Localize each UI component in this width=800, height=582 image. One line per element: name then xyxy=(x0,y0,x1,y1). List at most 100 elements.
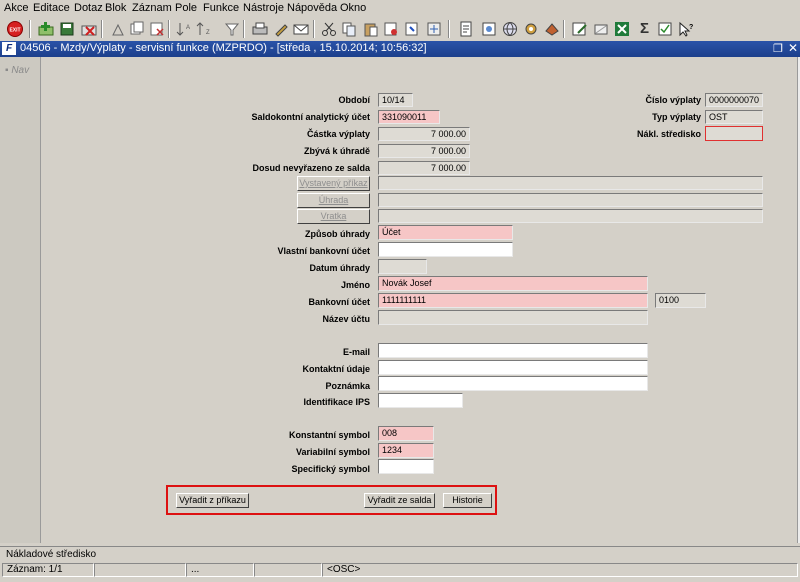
uhrada-button[interactable]: Úhrada xyxy=(297,193,370,208)
kontaktni-field[interactable] xyxy=(378,360,648,375)
menu-nastroje[interactable]: Nástroje xyxy=(243,2,284,14)
calculator-icon[interactable] xyxy=(425,20,442,37)
menu-blok[interactable]: Blok xyxy=(105,2,126,14)
vlastni-ucet-label: Vlastní bankovní účet xyxy=(277,246,370,256)
typ-vyplaty-label: Typ výplaty xyxy=(652,112,701,122)
dosud-label: Dosud nevyřazeno ze salda xyxy=(252,163,370,173)
vratka-button[interactable]: Vratka xyxy=(297,209,370,224)
historie-button[interactable]: Historie xyxy=(443,493,492,508)
zpusob-uhrady-field[interactable]: Účet xyxy=(378,225,513,240)
dosud-field[interactable]: 7 000.00 xyxy=(378,161,470,175)
document-icon[interactable] xyxy=(457,20,474,37)
vyradit-ze-salda-button[interactable]: Vyřadit ze salda xyxy=(364,493,435,508)
navigation-panel: ▪ Nav xyxy=(0,57,41,543)
edit-page-icon[interactable] xyxy=(571,20,588,37)
castka-label: Částka výplaty xyxy=(306,129,370,139)
vratka-field[interactable] xyxy=(378,209,763,223)
email-field[interactable] xyxy=(378,343,648,358)
menu-zaznam[interactable]: Záznam xyxy=(132,2,172,14)
nazev-uctu-field[interactable] xyxy=(378,310,648,325)
uhrada-field[interactable] xyxy=(378,193,763,207)
obdobi-field[interactable]: 10/14 xyxy=(378,93,413,107)
excel-icon[interactable] xyxy=(613,20,630,37)
menu-okno[interactable]: Okno xyxy=(340,2,366,14)
var-symbol-field[interactable]: 1234 xyxy=(378,443,434,458)
spec-symbol-label: Specifický symbol xyxy=(291,464,370,474)
spec-symbol-field[interactable] xyxy=(378,459,434,474)
window-title-bar: F 04506 - Mzdy/Výplaty - servisní funkce… xyxy=(0,41,800,57)
sum-icon[interactable]: Σ xyxy=(636,20,653,37)
status-cell xyxy=(254,563,322,577)
window-title: 04506 - Mzdy/Výplaty - servisní funkce (… xyxy=(20,42,427,54)
menu-bar: Akce Editace Dotaz Blok Záznam Pole Funk… xyxy=(0,0,800,17)
typ-vyplaty-field[interactable]: OST xyxy=(705,110,763,124)
restore-icon[interactable]: ❐ xyxy=(773,42,783,55)
app-logo-icon: F xyxy=(2,42,16,55)
checklist-icon[interactable] xyxy=(656,20,673,37)
zbyva-field[interactable]: 7 000.00 xyxy=(378,144,470,158)
vlastni-ucet-field[interactable] xyxy=(378,242,513,257)
help-cursor-icon[interactable]: ? xyxy=(676,20,693,37)
castka-field[interactable]: 7 000.00 xyxy=(378,127,470,141)
close-icon[interactable]: ✕ xyxy=(788,41,798,55)
jmeno-field[interactable]: Novák Josef xyxy=(378,276,648,291)
copy-icon[interactable] xyxy=(340,20,357,37)
svg-text:EXIT: EXIT xyxy=(9,27,20,33)
poznamka-field[interactable] xyxy=(378,376,648,391)
status-cell: ... xyxy=(186,563,254,577)
print-icon[interactable] xyxy=(251,20,268,37)
nav-icon: ▪ xyxy=(5,65,9,76)
exit-icon[interactable]: EXIT xyxy=(6,20,23,37)
ips-field[interactable] xyxy=(378,393,463,408)
nakl-stredisko-field[interactable] xyxy=(705,126,763,141)
vyradit-z-prikazu-button[interactable]: Vyřadit z příkazu xyxy=(176,493,249,508)
menu-akce[interactable]: Akce xyxy=(4,2,28,14)
svg-text:Z: Z xyxy=(206,30,210,36)
mail-icon[interactable] xyxy=(292,20,309,37)
menu-funkce[interactable]: Funkce xyxy=(203,2,239,14)
datum-uhrady-field[interactable] xyxy=(378,259,427,274)
help-icon[interactable] xyxy=(403,20,420,37)
bankovni-ucet-field[interactable]: 1111111111 xyxy=(378,293,648,308)
poznamka-label: Poznámka xyxy=(325,381,370,391)
zpusob-uhrady-label: Způsob úhrady xyxy=(305,229,370,239)
menu-napoveda[interactable]: Nápověda xyxy=(287,2,337,14)
menu-pole[interactable]: Pole xyxy=(175,2,197,14)
globe-icon[interactable] xyxy=(501,20,518,37)
export-icon[interactable] xyxy=(543,20,560,37)
sort-descending-icon[interactable]: Z xyxy=(194,20,211,37)
edit-icon[interactable] xyxy=(272,20,289,37)
nav-item[interactable]: ▪ Nav xyxy=(5,65,29,76)
zbyva-label: Zbývá k úhradě xyxy=(303,146,370,156)
eraser-icon[interactable] xyxy=(592,20,609,37)
remove-icon[interactable] xyxy=(148,20,165,37)
tools-icon[interactable] xyxy=(522,20,539,37)
new-record-icon[interactable] xyxy=(37,20,54,37)
scissors-icon[interactable] xyxy=(320,20,337,37)
cut-icon[interactable] xyxy=(109,20,126,37)
bank-code-field[interactable]: 0100 xyxy=(655,293,706,308)
filter-icon[interactable] xyxy=(223,20,240,37)
delete-record-icon[interactable] xyxy=(80,20,97,37)
clear-icon[interactable] xyxy=(382,20,399,37)
settings-icon[interactable] xyxy=(480,20,497,37)
menu-dotaz[interactable]: Dotaz xyxy=(74,2,103,14)
saldokontni-field[interactable]: 331090011 xyxy=(378,110,440,124)
duplicate-icon[interactable] xyxy=(128,20,145,37)
vystaveny-prikaz-button[interactable]: Vystavený příkaz xyxy=(297,176,370,191)
datum-uhrady-label: Datum úhrady xyxy=(309,263,370,273)
kontaktni-label: Kontaktní údaje xyxy=(302,364,370,374)
paste-icon[interactable] xyxy=(362,20,379,37)
konst-symbol-field[interactable]: 008 xyxy=(378,426,434,441)
cislo-vyplaty-field[interactable]: 0000000070 xyxy=(705,93,763,107)
jmeno-label: Jméno xyxy=(340,280,370,290)
sort-ascending-icon[interactable]: A xyxy=(174,20,191,37)
record-counter: Záznam: 1/1 xyxy=(2,563,94,577)
save-icon[interactable] xyxy=(58,20,75,37)
cislo-vyplaty-label: Číslo výplaty xyxy=(645,95,701,105)
svg-text:?: ? xyxy=(689,24,693,31)
status-cell xyxy=(94,563,186,577)
nakl-stredisko-label: Nákl. středisko xyxy=(636,129,701,139)
menu-editace[interactable]: Editace xyxy=(33,2,70,14)
vystaveny-prikaz-field[interactable] xyxy=(378,176,763,190)
